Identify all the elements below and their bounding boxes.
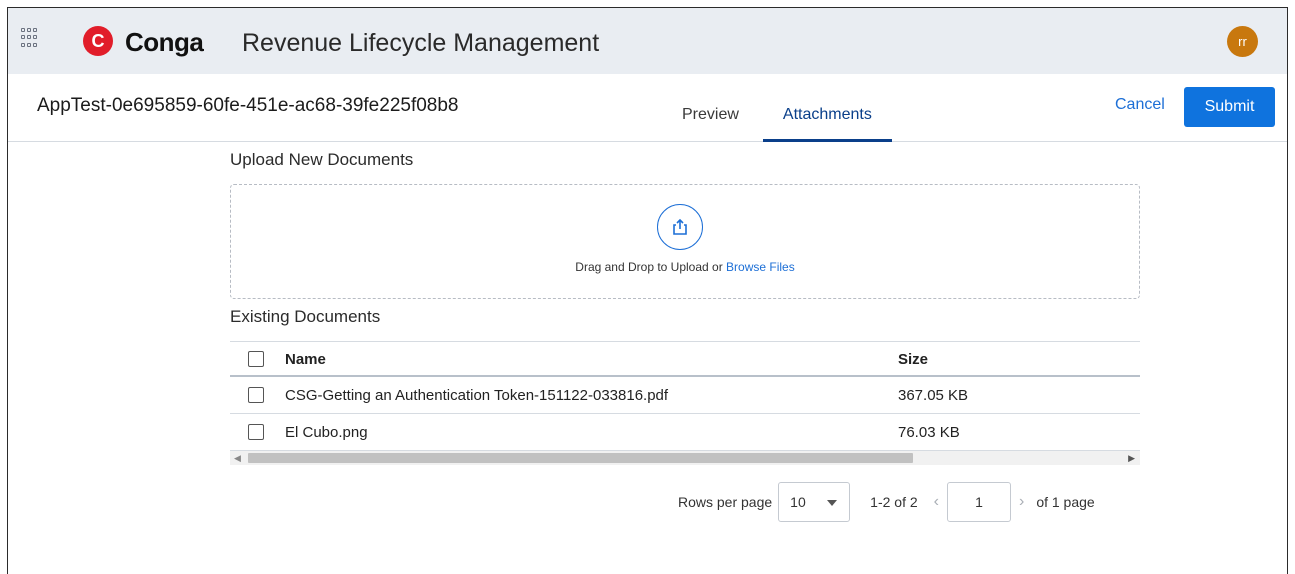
app-launcher-icon[interactable] xyxy=(21,28,41,48)
column-header-name[interactable]: Name xyxy=(285,351,326,368)
chevron-right-icon[interactable]: › xyxy=(1019,493,1024,511)
scrollbar-thumb[interactable] xyxy=(248,453,913,463)
table-row: CSG-Getting an Authentication Token-1511… xyxy=(230,377,1140,414)
table-header: Name Size xyxy=(230,341,1140,377)
row-checkbox[interactable] xyxy=(248,424,264,440)
drop-instructions: Drag and Drop to Upload or Browse Files xyxy=(231,260,1139,274)
tab-preview[interactable]: Preview xyxy=(670,98,751,142)
page-number-input[interactable]: 1 xyxy=(946,482,1011,522)
caret-down-icon xyxy=(827,500,838,506)
existing-section-title: Existing Documents xyxy=(230,307,381,326)
rows-per-page-value: 10 xyxy=(790,494,806,510)
total-pages: of 1 page xyxy=(1036,494,1095,510)
scroll-right-icon[interactable]: ▶ xyxy=(1128,453,1135,464)
cancel-button[interactable]: Cancel xyxy=(1115,96,1165,114)
scroll-left-icon[interactable]: ◀ xyxy=(234,453,241,464)
table-row: El Cubo.png 76.03 KB xyxy=(230,414,1140,451)
page-range: 1-2 of 2 xyxy=(870,494,918,510)
column-header-size[interactable]: Size xyxy=(898,351,928,368)
user-avatar[interactable]: rr xyxy=(1227,26,1258,57)
select-all-checkbox[interactable] xyxy=(248,351,264,367)
global-header: C Conga Revenue Lifecycle Management rr xyxy=(8,8,1287,74)
record-title: AppTest-0e695859-60fe-451e-ac68-39fe225f… xyxy=(37,95,459,116)
record-header: AppTest-0e695859-60fe-451e-ac68-39fe225f… xyxy=(8,74,1287,142)
upload-dropzone[interactable]: Drag and Drop to Upload or Browse Files xyxy=(230,184,1140,299)
browse-files-link[interactable]: Browse Files xyxy=(726,260,795,274)
horizontal-scrollbar[interactable]: ◀ ▶ xyxy=(230,451,1140,465)
documents-table: Name Size CSG-Getting an Authentication … xyxy=(230,341,1140,465)
document-name[interactable]: El Cubo.png xyxy=(285,424,368,441)
submit-button[interactable]: Submit xyxy=(1184,87,1275,127)
rows-per-page-label: Rows per page xyxy=(678,494,773,510)
pagination: Rows per page 10 1-2 of 2 ‹ 1 › of 1 pag… xyxy=(678,482,1095,522)
document-size: 76.03 KB xyxy=(898,424,960,441)
brand-name: Conga xyxy=(125,27,204,57)
tab-bar: Preview Attachments xyxy=(670,98,892,142)
chevron-left-icon[interactable]: ‹ xyxy=(934,493,939,511)
product-name: Revenue Lifecycle Management xyxy=(242,29,600,57)
rows-per-page-select[interactable]: 10 xyxy=(778,482,851,522)
upload-section-title: Upload New Documents xyxy=(230,150,414,169)
row-checkbox[interactable] xyxy=(248,387,264,403)
app-frame: C Conga Revenue Lifecycle Management rr … xyxy=(7,7,1288,574)
tab-attachments[interactable]: Attachments xyxy=(762,98,892,142)
upload-icon[interactable] xyxy=(657,204,703,250)
drop-text: Drag and Drop to Upload or xyxy=(575,260,727,274)
document-size: 367.05 KB xyxy=(898,387,969,404)
conga-logo-icon: C xyxy=(83,26,113,56)
document-name[interactable]: CSG-Getting an Authentication Token-1511… xyxy=(285,387,668,404)
